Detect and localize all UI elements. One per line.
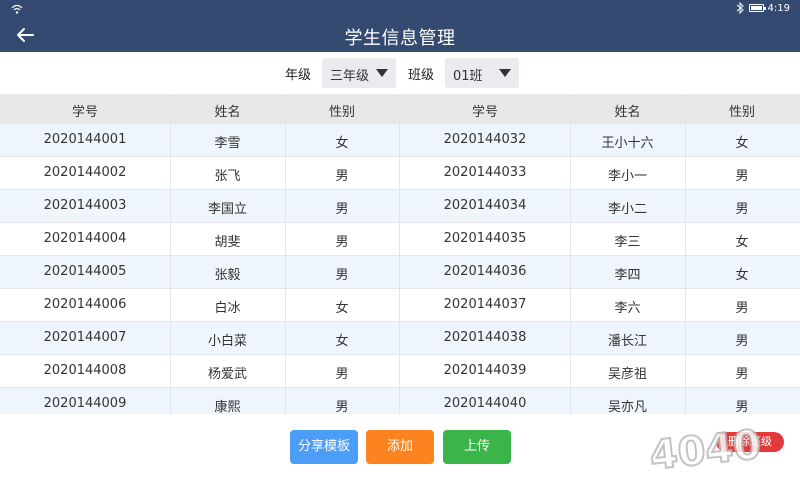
page-title: 学生信息管理 — [344, 28, 456, 49]
cell-gender: 女 — [335, 136, 349, 151]
cell-student-id: 2020144007 — [43, 330, 127, 345]
cell-name: 康熙 — [214, 400, 241, 414]
bluetooth-icon — [736, 2, 744, 14]
cell-name: 李三 — [614, 235, 641, 250]
cell-gender: 男 — [335, 235, 349, 250]
class-select[interactable]: 01班 — [445, 58, 519, 88]
column-divider — [285, 94, 286, 414]
battery-icon — [748, 4, 766, 12]
cell-name: 李国立 — [207, 202, 247, 217]
cell-student-id: 2020144003 — [43, 198, 127, 213]
table-row[interactable]: 2020144002 张飞 男 2020144033 李小一 男 — [0, 157, 800, 190]
cell-student-id: 2020144037 — [443, 297, 527, 312]
cell-student-id: 2020144001 — [43, 132, 127, 147]
wifi-icon — [11, 4, 23, 14]
grade-select-value: 三年级 — [330, 69, 370, 84]
cell-name: 胡斐 — [214, 235, 241, 250]
add-button[interactable]: 添加 — [366, 430, 434, 464]
header-gender: 性别 — [328, 105, 355, 120]
dropdown-caret-icon — [376, 69, 388, 77]
header-gender: 性别 — [728, 105, 755, 120]
cell-gender: 女 — [735, 235, 749, 250]
screen: 4:19 学生信息管理 年级 三年级 班级 01班 学号 姓名 性别 学号 姓名… — [0, 0, 800, 480]
cell-name: 李六 — [614, 301, 641, 316]
upload-button[interactable]: 上传 — [443, 430, 511, 464]
cell-student-id: 2020144008 — [43, 363, 127, 378]
table-row[interactable]: 2020144008 杨爱武 男 2020144039 吴彦祖 男 — [0, 355, 800, 388]
cell-gender: 男 — [735, 334, 749, 349]
cell-name: 潘长江 — [607, 334, 647, 349]
share-template-button[interactable]: 分享模板 — [290, 430, 358, 464]
grade-select[interactable]: 三年级 — [322, 58, 396, 88]
header-student-id: 学号 — [471, 105, 498, 120]
cell-gender: 男 — [335, 400, 349, 414]
cell-student-id: 2020144040 — [443, 396, 527, 411]
cell-gender: 男 — [735, 169, 749, 184]
table-body: 2020144001 李雪女 2020144032 王小十六女 2020144002 张飞… — [0, 124, 800, 414]
cell-student-id: 2020144036 — [443, 264, 527, 279]
dropdown-caret-icon — [499, 69, 511, 77]
header-student-id: 学号 — [71, 105, 98, 120]
header-name: 姓名 — [214, 105, 241, 120]
cell-name: 张毅 — [214, 268, 241, 283]
cell-gender: 男 — [335, 367, 349, 382]
column-divider — [399, 94, 400, 414]
cell-gender: 男 — [335, 268, 349, 283]
cell-name: 李小一 — [607, 169, 647, 184]
cell-student-id: 2020144038 — [443, 330, 527, 345]
cell-gender: 女 — [735, 136, 749, 151]
cell-name: 李四 — [614, 268, 641, 283]
class-select-value: 01班 — [453, 69, 483, 84]
cell-student-id: 2020144009 — [43, 396, 127, 411]
cell-gender: 男 — [735, 301, 749, 316]
cell-student-id: 2020144039 — [443, 363, 527, 378]
cell-student-id: 2020144002 — [43, 165, 127, 180]
table-row[interactable]: 2020144009 康熙男 2020144040 吴亦凡男 — [0, 388, 800, 414]
app-header: 4:19 学生信息管理 — [0, 0, 800, 52]
column-divider — [685, 94, 686, 414]
status-right: 4:19 — [736, 2, 790, 14]
cell-student-id: 2020144034 — [443, 198, 527, 213]
cell-name: 李雪 — [214, 136, 241, 151]
cell-name: 杨爱武 — [207, 367, 247, 382]
status-bar: 4:19 — [0, 0, 800, 18]
cell-name: 张飞 — [214, 169, 241, 184]
cell-gender: 女 — [335, 334, 349, 349]
filter-bar: 年级 三年级 班级 01班 — [0, 52, 800, 94]
cell-gender: 女 — [735, 268, 749, 283]
table-row[interactable]: 2020144006 白冰 女 2020144037 李六 男 — [0, 289, 800, 322]
cell-gender: 男 — [735, 202, 749, 217]
cell-student-id: 2020144032 — [443, 132, 527, 147]
table-row[interactable]: 2020144005 张毅 男 2020144036 李四 女 — [0, 256, 800, 289]
table-header: 学号 姓名 性别 学号 姓名 性别 — [0, 94, 800, 124]
cell-student-id: 2020144035 — [443, 231, 527, 246]
watermark-logo: 4040 — [647, 421, 765, 480]
table-row[interactable]: 2020144007 小白菜 女 2020144038 潘长江 男 — [0, 322, 800, 355]
header-name: 姓名 — [614, 105, 641, 120]
cell-student-id: 2020144005 — [43, 264, 127, 279]
grade-label: 年级 — [285, 68, 312, 83]
class-label: 班级 — [408, 68, 435, 83]
cell-gender: 男 — [335, 202, 349, 217]
column-divider — [570, 94, 571, 414]
table-row[interactable]: 2020144004 胡斐 男 2020144035 李三 女 — [0, 223, 800, 256]
cell-gender: 男 — [735, 367, 749, 382]
status-time: 4:19 — [767, 2, 790, 14]
student-table[interactable]: 学号 姓名 性别 学号 姓名 性别 2020144001 李雪女 202014403… — [0, 94, 800, 414]
cell-name: 小白菜 — [207, 334, 247, 349]
cell-name: 王小十六 — [601, 136, 654, 151]
cell-student-id: 2020144004 — [43, 231, 127, 246]
svg-text:4040: 4040 — [648, 422, 764, 479]
cell-gender: 女 — [335, 301, 349, 316]
table-row[interactable]: 2020144001 李雪 女 2020144032 王小十六 女 — [0, 124, 800, 157]
table-row[interactable]: 2020144003 李国立 男 2020144034 李小二 男 — [0, 190, 800, 223]
cell-student-id: 2020144033 — [443, 165, 527, 180]
cell-name: 李小二 — [607, 202, 647, 217]
cell-student-id: 2020144006 — [43, 297, 127, 312]
cell-name: 吴彦祖 — [607, 367, 647, 382]
cell-gender: 男 — [335, 169, 349, 184]
column-divider — [170, 94, 171, 414]
cell-name: 白冰 — [214, 301, 241, 316]
